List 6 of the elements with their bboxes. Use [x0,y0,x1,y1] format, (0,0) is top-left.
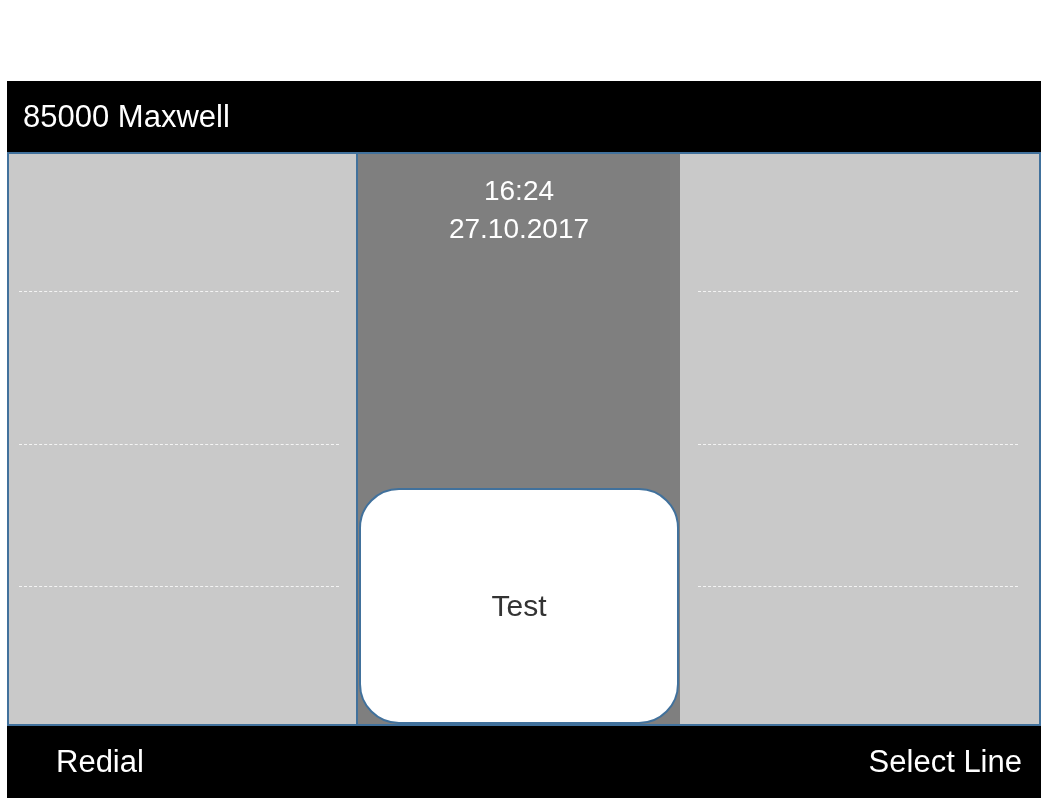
softkey-button[interactable]: Select Line [866,742,1024,782]
test-button[interactable]: Test [359,488,679,724]
clock-date: 27.10.2017 [448,212,590,246]
clock-time: 16:24 [483,174,555,208]
softkey-button[interactable]: Redial [54,742,146,782]
line-name: 85000 Maxwell [23,98,230,135]
